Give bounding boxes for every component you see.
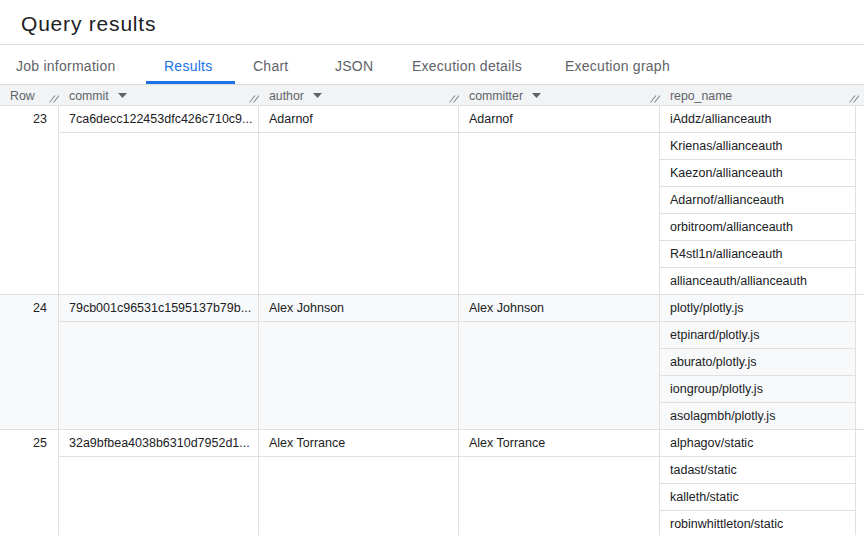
- cell-value-author: Alex Johnson: [259, 295, 458, 322]
- table-row: 2532a9bfbea4038b6310d7952d1...Alex Torra…: [0, 430, 864, 535]
- column-header-commit[interactable]: commit: [59, 85, 259, 105]
- column-label-commit: commit: [69, 89, 109, 103]
- cell-value-repo-name: robinwhittleton/static: [660, 511, 855, 535]
- cell-author: Alex Torrance: [259, 430, 459, 535]
- column-resize-handle-icon[interactable]: [650, 94, 660, 103]
- column-label-author: author: [269, 89, 304, 103]
- cell-author: Alex Johnson: [259, 295, 459, 429]
- cell-value-author: Adarnof: [259, 106, 458, 133]
- tab-execution-details[interactable]: Execution details: [412, 45, 522, 84]
- cell-value-author: Alex Torrance: [259, 430, 458, 457]
- column-header-committer[interactable]: committer: [459, 85, 660, 105]
- page-title: Query results: [21, 12, 156, 36]
- cell-value-repo-name: Adarnof/allianceauth: [660, 187, 855, 214]
- results-table: Row commit author committer repo_name 237ca6…: [0, 85, 864, 535]
- cell-value-committer: Adarnof: [459, 106, 659, 133]
- column-header-row[interactable]: Row: [0, 85, 59, 105]
- dropdown-arrow-icon[interactable]: [313, 93, 322, 98]
- cell-value-repo-name: aburato/plotly.js: [660, 349, 855, 376]
- dropdown-arrow-icon[interactable]: [532, 93, 541, 98]
- dropdown-arrow-icon[interactable]: [118, 93, 127, 98]
- cell-value-repo-name: R4stl1n/allianceauth: [660, 241, 855, 268]
- cell-repo-name: plotly/plotly.jsetpinard/plotly.jsaburat…: [660, 295, 856, 429]
- cell-committer: Alex Johnson: [459, 295, 660, 429]
- tab-execution-graph[interactable]: Execution graph: [565, 45, 670, 84]
- tab-job-information[interactable]: Job information: [16, 45, 115, 84]
- column-resize-handle-icon[interactable]: [49, 94, 59, 103]
- cell-value-commit: 32a9bfbea4038b6310d7952d1...: [59, 430, 258, 457]
- cell-value-repo-name: iAddz/allianceauth: [660, 106, 855, 133]
- cell-committer: Alex Torrance: [459, 430, 660, 535]
- cell-value-repo-name: Krienas/allianceauth: [660, 133, 855, 160]
- cell-value-repo-name: allianceauth/allianceauth: [660, 268, 855, 294]
- cell-value-commit: 79cb001c96531c1595137b79b...: [59, 295, 258, 322]
- cell-value-repo-name: tadast/static: [660, 457, 855, 484]
- cell-committer: Adarnof: [459, 106, 660, 294]
- column-resize-handle-icon[interactable]: [449, 94, 459, 103]
- cell-author: Adarnof: [259, 106, 459, 294]
- cell-repo-name: alphagov/statictadast/statickalleth/stat…: [660, 430, 856, 535]
- column-label-row: Row: [10, 89, 35, 103]
- scrollbar-gutter: [856, 106, 864, 294]
- column-resize-handle-icon[interactable]: [849, 94, 859, 103]
- cell-value-repo-name: iongroup/plotly.js: [660, 376, 855, 403]
- table-body: 237ca6decc122453dfc426c710c9...AdarnofAd…: [0, 106, 864, 535]
- cell-commit: 7ca6decc122453dfc426c710c9...: [59, 106, 259, 294]
- tab-json[interactable]: JSON: [335, 45, 373, 84]
- panel-header: Query results: [0, 0, 864, 45]
- cell-value-repo-name: Kaezon/allianceauth: [660, 160, 855, 187]
- row-number: 23: [0, 106, 59, 294]
- cell-value-committer: Alex Torrance: [459, 430, 659, 457]
- table-row: 237ca6decc122453dfc426c710c9...AdarnofAd…: [0, 106, 864, 295]
- tab-results[interactable]: Results: [164, 45, 212, 84]
- cell-commit: 79cb001c96531c1595137b79b...: [59, 295, 259, 429]
- table-row: 2479cb001c96531c1595137b79b...Alex Johns…: [0, 295, 864, 430]
- scrollbar-gutter: [856, 295, 864, 429]
- row-number: 24: [0, 295, 59, 429]
- scrollbar-gutter: [856, 430, 864, 535]
- cell-repo-name: iAddz/allianceauthKrienas/allianceauthKa…: [660, 106, 856, 294]
- column-header-author[interactable]: author: [259, 85, 459, 105]
- cell-value-repo-name: alphagov/static: [660, 430, 855, 457]
- cell-value-repo-name: orbitroom/allianceauth: [660, 214, 855, 241]
- cell-value-repo-name: kalleth/static: [660, 484, 855, 511]
- tab-chart[interactable]: Chart: [253, 45, 288, 84]
- table-header: Row commit author committer repo_name: [0, 85, 864, 106]
- column-resize-handle-icon[interactable]: [249, 94, 259, 103]
- cell-value-repo-name: etpinard/plotly.js: [660, 322, 855, 349]
- column-header-repo_name[interactable]: repo_name: [660, 85, 856, 105]
- cell-value-repo-name: asolagmbh/plotly.js: [660, 403, 855, 429]
- query-results-panel: Query results Job information Results Char…: [0, 0, 864, 535]
- cell-value-committer: Alex Johnson: [459, 295, 659, 322]
- active-tab-underline: [146, 81, 235, 84]
- cell-value-commit: 7ca6decc122453dfc426c710c9...: [59, 106, 258, 133]
- tab-bar: Job information Results Chart JSON Execution…: [0, 45, 864, 85]
- row-number: 25: [0, 430, 59, 535]
- column-label-committer: committer: [469, 89, 523, 103]
- column-label-repo_name: repo_name: [670, 89, 732, 103]
- cell-value-repo-name: plotly/plotly.js: [660, 295, 855, 322]
- cell-commit: 32a9bfbea4038b6310d7952d1...: [59, 430, 259, 535]
